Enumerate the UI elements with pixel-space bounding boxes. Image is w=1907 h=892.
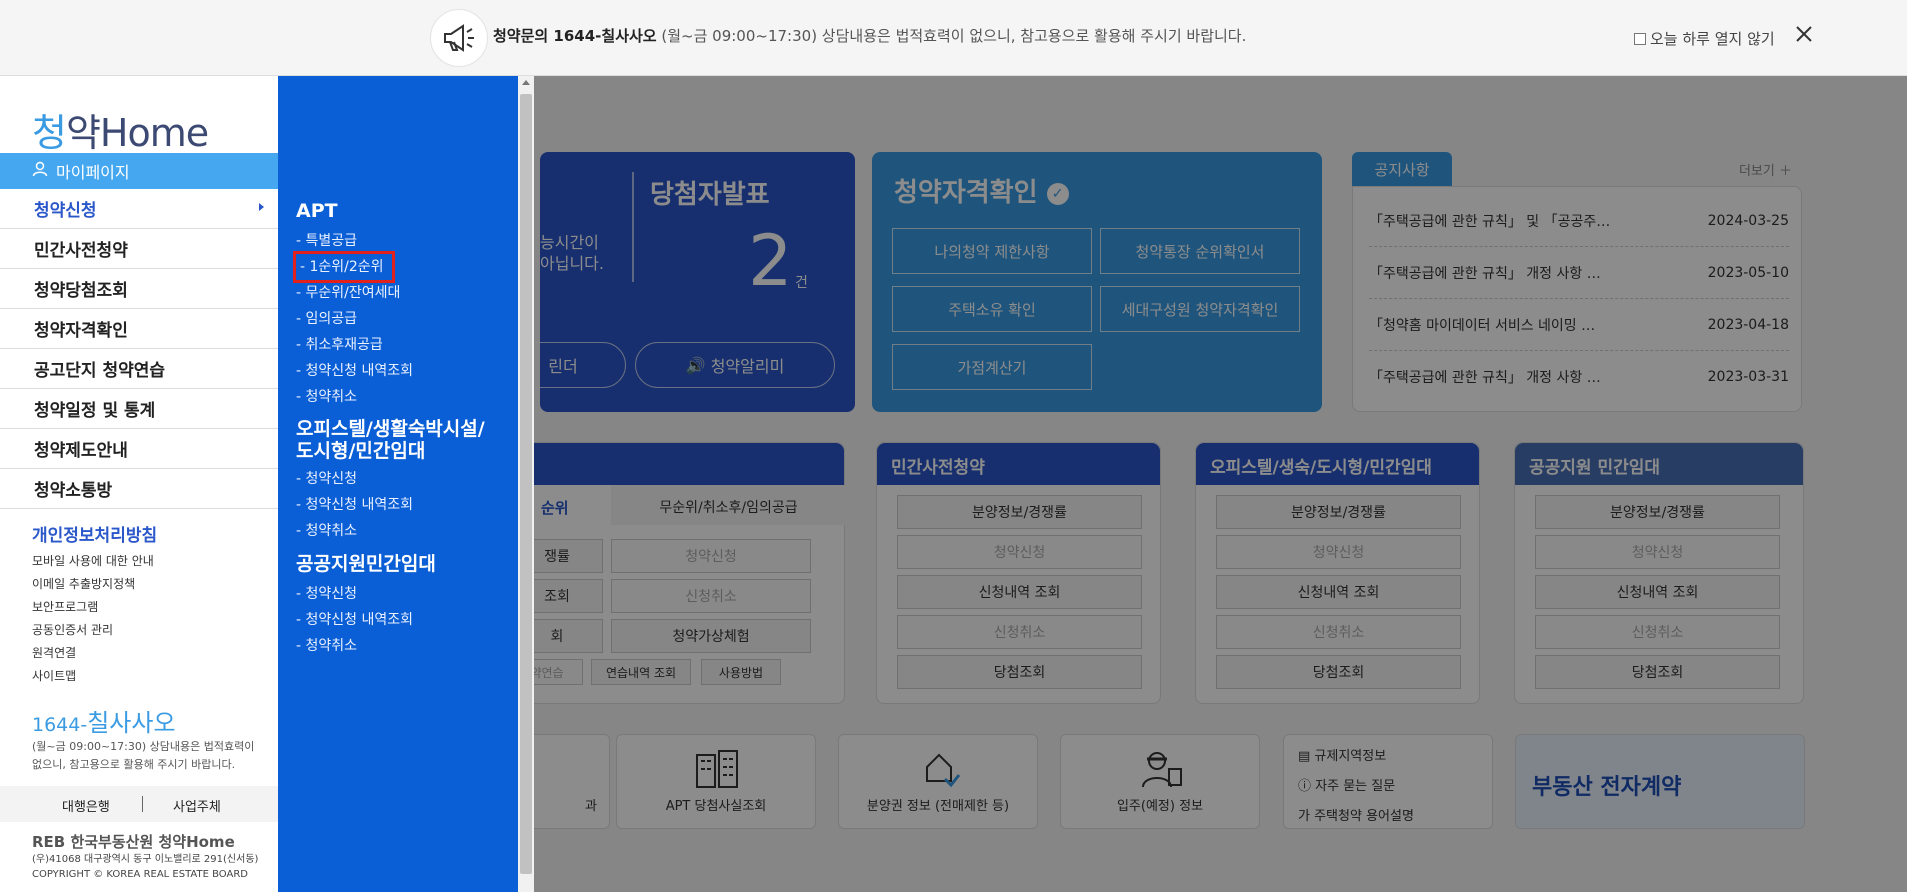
menu-subscription-apply[interactable]: 청약신청 <box>0 189 278 229</box>
submenu-apt-title: APT <box>296 200 338 222</box>
qualification-title: 청약자격확인 ✓ <box>894 172 1069 209</box>
notice-bar: 청약문의 1644-칠사사오 (월~금 09:00~17:30) 상담내용은 법… <box>0 0 1907 76</box>
submenu-public-title: 공공지원민간임대 <box>296 553 436 575</box>
logo[interactable]: 청약Home <box>32 102 209 157</box>
qualification-card: 청약자격확인 ✓ 나의청약 제한사항 청약통장 순위확인서 주택소유 확인 세대… <box>872 152 1322 412</box>
score-calc-button[interactable]: 가점계산기 <box>892 344 1092 390</box>
menu-system-guide[interactable]: 청약제도안내 <box>0 429 278 469</box>
account-rank-button[interactable]: 청약통장 순위확인서 <box>1100 228 1300 274</box>
notice-row[interactable]: 「주택공급에 관한 규칙」 개정 사항 … 2023-03-31 <box>1369 351 1789 403</box>
sitemap-link[interactable]: 사이트맵 <box>32 665 154 688</box>
security-program-link[interactable]: 보안프로그램 <box>32 596 154 619</box>
quick-regulation[interactable]: ▤ 규제지역정보 <box>1298 745 1386 764</box>
email-policy-link[interactable]: 이메일 추출방지정책 <box>32 573 154 596</box>
menu-pre-subscription[interactable]: 민간사전청약 <box>0 229 278 269</box>
house-owner-button[interactable]: 주택소유 확인 <box>892 286 1092 332</box>
scroll-thumb[interactable] <box>520 94 532 874</box>
submenu-scrollbar[interactable] <box>518 76 534 892</box>
phone-number: 1644-칠사사오 <box>32 709 176 737</box>
submenu-first-second-rank[interactable]: - 1순위/2순위 <box>293 251 395 283</box>
worker-icon <box>1139 747 1183 789</box>
submenu-public-cancel[interactable]: - 청약취소 <box>296 635 357 657</box>
notice-tab[interactable]: 공지사항 <box>1352 152 1452 186</box>
tile-move-in[interactable]: 입주(예정) 정보 <box>1060 734 1260 829</box>
submenu-officetel-cancel[interactable]: - 청약취소 <box>296 520 357 542</box>
submenu-officetel-history[interactable]: - 청약신청 내역조회 <box>296 494 413 516</box>
check-circle-icon: ✓ <box>1046 182 1069 205</box>
notice-text: 청약문의 1644-칠사사오 (월~금 09:00~17:30) 상담내용은 법… <box>493 27 1247 45</box>
quick-links: ▤ 규제지역정보 ⓘ 자주 묻는 질문 가 주택청약 용어설명 <box>1283 734 1493 829</box>
menu-schedule-stats[interactable]: 청약일정 및 통계 <box>0 389 278 429</box>
phone-hours: (월~금 09:00~17:30) 상담내용은 법적효력이 없으니, 참고용으로… <box>32 740 255 771</box>
menu-communication[interactable]: 청약소통방 <box>0 469 278 509</box>
submenu-public-history[interactable]: - 청약신청 내역조회 <box>296 609 413 631</box>
agency-biz-link[interactable]: 사업주체 <box>173 796 221 815</box>
pre-subscription-card: 민간사전청약 분양정보/경쟁률 청약신청 신청내역 조회 신청취소 당첨조회 <box>876 442 1161 704</box>
menu-winner-check[interactable]: 청약당첨조회 <box>0 269 278 309</box>
household-button[interactable]: 세대구성원 청약자격확인 <box>1100 286 1300 332</box>
certificate-link[interactable]: 공동인증서 관리 <box>32 619 154 642</box>
close-icon[interactable] <box>1794 24 1814 44</box>
tile-apt-winner[interactable]: APT 당첨사실조회 <box>616 734 816 829</box>
privacy-policy-link[interactable]: 개인정보처리방침 <box>32 521 157 546</box>
submenu-unranked[interactable]: - 무순위/잔여세대 <box>296 282 400 304</box>
menu-qualification[interactable]: 청약자격확인 <box>0 309 278 349</box>
building-icon <box>695 749 739 789</box>
notice-card: 공지사항 더보기 ＋ 「주택공급에 관한 규칙」 및 「공공주… 2024-03-… <box>1352 152 1802 412</box>
scroll-up-icon[interactable] <box>522 80 530 85</box>
mobile-guide-link[interactable]: 모바일 사용에 대한 안내 <box>32 550 154 573</box>
dont-show-today[interactable]: 오늘 하루 열지 않기 <box>1634 28 1775 49</box>
user-icon <box>32 161 48 181</box>
mypage-button[interactable]: 마이페이지 <box>0 153 278 189</box>
agency-bar: 대행은행 사업주체 <box>0 786 278 822</box>
e-contract-banner[interactable]: 부동산 전자계약 <box>1515 734 1805 829</box>
submenu-apt-cancel[interactable]: - 청약취소 <box>296 386 357 408</box>
footer-links: 모바일 사용에 대한 안내 이메일 추출방지정책 보안프로그램 공동인증서 관리… <box>32 550 154 688</box>
submenu-officetel-title: 오피스텔/생활숙박시설/도시형/민간임대 <box>296 418 485 462</box>
menu-practice[interactable]: 공고단지 청약연습 <box>0 349 278 389</box>
submenu-public-apply[interactable]: - 청약신청 <box>296 583 357 605</box>
tile-presale-info[interactable]: 분양권 정보 (전매제한 등) <box>838 734 1038 829</box>
more-link[interactable]: 더보기 ＋ <box>1739 160 1792 179</box>
address: (우)41068 대구광역시 동구 이노밸리로 291(신서동) COPYRIGH… <box>32 854 259 880</box>
dont-show-checkbox[interactable] <box>1634 32 1646 45</box>
restriction-button[interactable]: 나의청약 제한사항 <box>892 228 1092 274</box>
apt-service-card: 순위 무순위/취소후/임의공급 쟁률 청약신청 조회 신청취소 회 청약가상체험… <box>510 442 846 704</box>
submenu-special-supply[interactable]: - 특별공급 <box>296 230 357 252</box>
public-rental-card: 공공지원 민간임대 분양정보/경쟁률 청약신청 신청내역 조회 신청취소 당첨조… <box>1514 442 1804 704</box>
alarm-button[interactable]: 🔊 청약알리미 <box>635 342 835 388</box>
submenu-resupply[interactable]: - 취소후재공급 <box>296 334 383 356</box>
arrow-right-icon <box>259 203 264 211</box>
remote-link[interactable]: 원격연결 <box>32 642 154 665</box>
main-background: 능시간이 아닙니다. 당첨자발표 2 건 린더 🔊 청약알리미 청약자격확인 ✓… <box>490 76 1907 892</box>
sidebar: 청약Home 마이페이지 청약신청 민간사전청약 청약당첨조회 청약자격확인 공… <box>0 76 278 892</box>
notice-row[interactable]: 「주택공급에 관한 규칙」 개정 사항 … 2023-05-10 <box>1369 247 1789 299</box>
notice-row[interactable]: 「청약홈 마이데이터 서비스 네이밍 … 2023-04-18 <box>1369 299 1789 351</box>
subscription-submenu: APT - 특별공급 - 1순위/2순위 - 무순위/잔여세대 - 임의공급 -… <box>278 76 518 892</box>
megaphone-icon <box>430 9 488 67</box>
quick-faq[interactable]: ⓘ 자주 묻는 질문 <box>1298 775 1395 794</box>
quick-glossary[interactable]: 가 주택청약 용어설명 <box>1298 805 1414 824</box>
officetel-card: 오피스텔/생숙/도시형/민간임대 분양정보/경쟁률 청약신청 신청내역 조회 신… <box>1195 442 1480 704</box>
house-hand-icon <box>917 749 961 789</box>
winner-card: 능시간이 아닙니다. 당첨자발표 2 건 린더 🔊 청약알리미 <box>500 152 855 412</box>
submenu-apt-history[interactable]: - 청약신청 내역조회 <box>296 360 413 382</box>
reb-logo: REB 한국부동산원 청약Home <box>32 833 235 851</box>
submenu-officetel-apply[interactable]: - 청약신청 <box>296 468 357 490</box>
notice-row[interactable]: 「주택공급에 관한 규칙」 및 「공공주… 2024-03-25 <box>1369 195 1789 247</box>
agency-bank-link[interactable]: 대행은행 <box>62 796 110 815</box>
submenu-random-supply[interactable]: - 임의공급 <box>296 308 357 330</box>
